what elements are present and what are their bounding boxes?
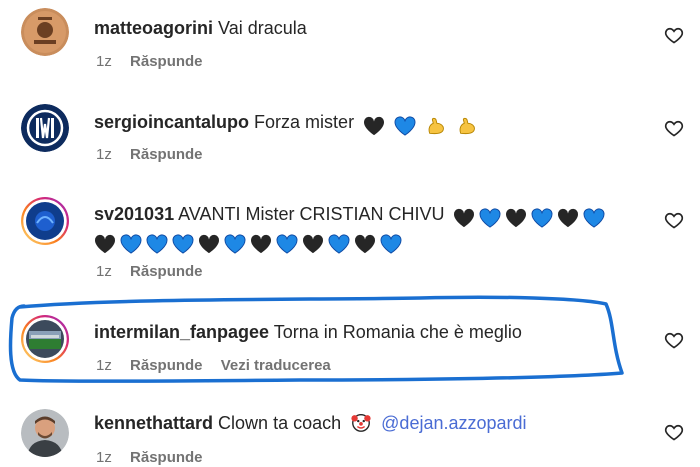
blue-heart-emoji [172, 234, 194, 254]
black-heart-emoji [506, 209, 527, 228]
heart-outline-icon[interactable] [664, 25, 684, 45]
blue-heart-emoji [532, 208, 553, 228]
comment-meta: 1z Răspunde Vezi traducerea [96, 357, 345, 374]
avatar[interactable] [21, 315, 69, 363]
mention-link[interactable]: @dejan.azzopardi [381, 413, 526, 433]
blue-heart-emoji [380, 234, 402, 254]
username[interactable]: sergioincantalupo [94, 112, 249, 132]
timestamp: 1z [96, 53, 112, 70]
comment-text: Forza mister [254, 112, 355, 132]
avatar[interactable] [21, 409, 69, 457]
reply-button[interactable]: Răspunde [130, 449, 203, 466]
black-heart-emoji [198, 235, 220, 254]
black-heart-emoji [94, 235, 116, 254]
heart-outline-icon[interactable] [664, 118, 684, 138]
blue-heart-emoji [394, 116, 416, 136]
comment-line: matteoagorini Vai dracula [94, 16, 307, 40]
comment-text: Clown ta coach [218, 413, 342, 433]
blue-heart-emoji [120, 234, 142, 254]
heart-outline-icon[interactable] [664, 422, 684, 442]
black-heart-emoji [364, 117, 385, 136]
timestamp: 1z [96, 263, 112, 280]
black-heart-emoji [454, 209, 475, 228]
blue-heart-emoji [146, 234, 168, 254]
username[interactable]: sv201031 [94, 204, 174, 224]
heart-outline-icon[interactable] [664, 210, 684, 230]
emoji-group [90, 231, 402, 255]
comment-meta: 1z Răspunde [96, 146, 217, 163]
comment-line-continued [90, 228, 402, 255]
reply-button[interactable]: Răspunde [130, 263, 203, 280]
username[interactable]: intermilan_fanpagee [94, 322, 269, 342]
heart-outline-icon[interactable] [664, 330, 684, 350]
blue-heart-emoji [224, 234, 246, 254]
comment-text: Vai dracula [218, 18, 307, 38]
comment-line: kennethattard Clown ta coach @dejan.azzo… [94, 411, 527, 435]
blue-heart-emoji [276, 234, 298, 254]
see-translation-button[interactable]: Vezi traducerea [221, 357, 331, 374]
emoji-group [449, 205, 605, 229]
clown-face-emoji [351, 413, 371, 432]
comment-meta: 1z Răspunde [96, 53, 217, 70]
black-heart-emoji [354, 235, 376, 254]
comment-meta: 1z Răspunde [96, 263, 217, 280]
username[interactable]: matteoagorini [94, 18, 213, 38]
black-heart-emoji [558, 209, 579, 228]
blue-heart-emoji [584, 208, 605, 228]
avatar[interactable] [21, 8, 69, 56]
blue-heart-emoji [480, 208, 501, 228]
avatar[interactable] [21, 104, 69, 152]
comment-line: sergioincantalupo Forza mister [94, 110, 478, 137]
username[interactable]: kennethattard [94, 413, 213, 433]
comment-text: AVANTI Mister CRISTIAN CHIVU [178, 204, 445, 224]
timestamp: 1z [96, 146, 112, 163]
comment-text: Torna in Romania che è meglio [273, 322, 522, 342]
emoji-group [359, 113, 478, 137]
black-heart-emoji [250, 235, 272, 254]
avatar[interactable] [21, 197, 69, 245]
reply-button[interactable]: Răspunde [130, 357, 203, 374]
blue-heart-emoji [328, 234, 350, 254]
reply-button[interactable]: Răspunde [130, 146, 203, 163]
reply-button[interactable]: Răspunde [130, 53, 203, 70]
timestamp: 1z [96, 449, 112, 466]
black-heart-emoji [302, 235, 324, 254]
comment-line: intermilan_fanpagee Torna in Romania che… [94, 320, 522, 344]
timestamp: 1z [96, 357, 112, 374]
comment-line: sv201031 AVANTI Mister CRISTIAN CHIVU [94, 202, 605, 229]
flexed-biceps-emoji [459, 118, 475, 135]
flexed-biceps-emoji [428, 118, 444, 135]
comment-meta: 1z Răspunde [96, 449, 217, 466]
